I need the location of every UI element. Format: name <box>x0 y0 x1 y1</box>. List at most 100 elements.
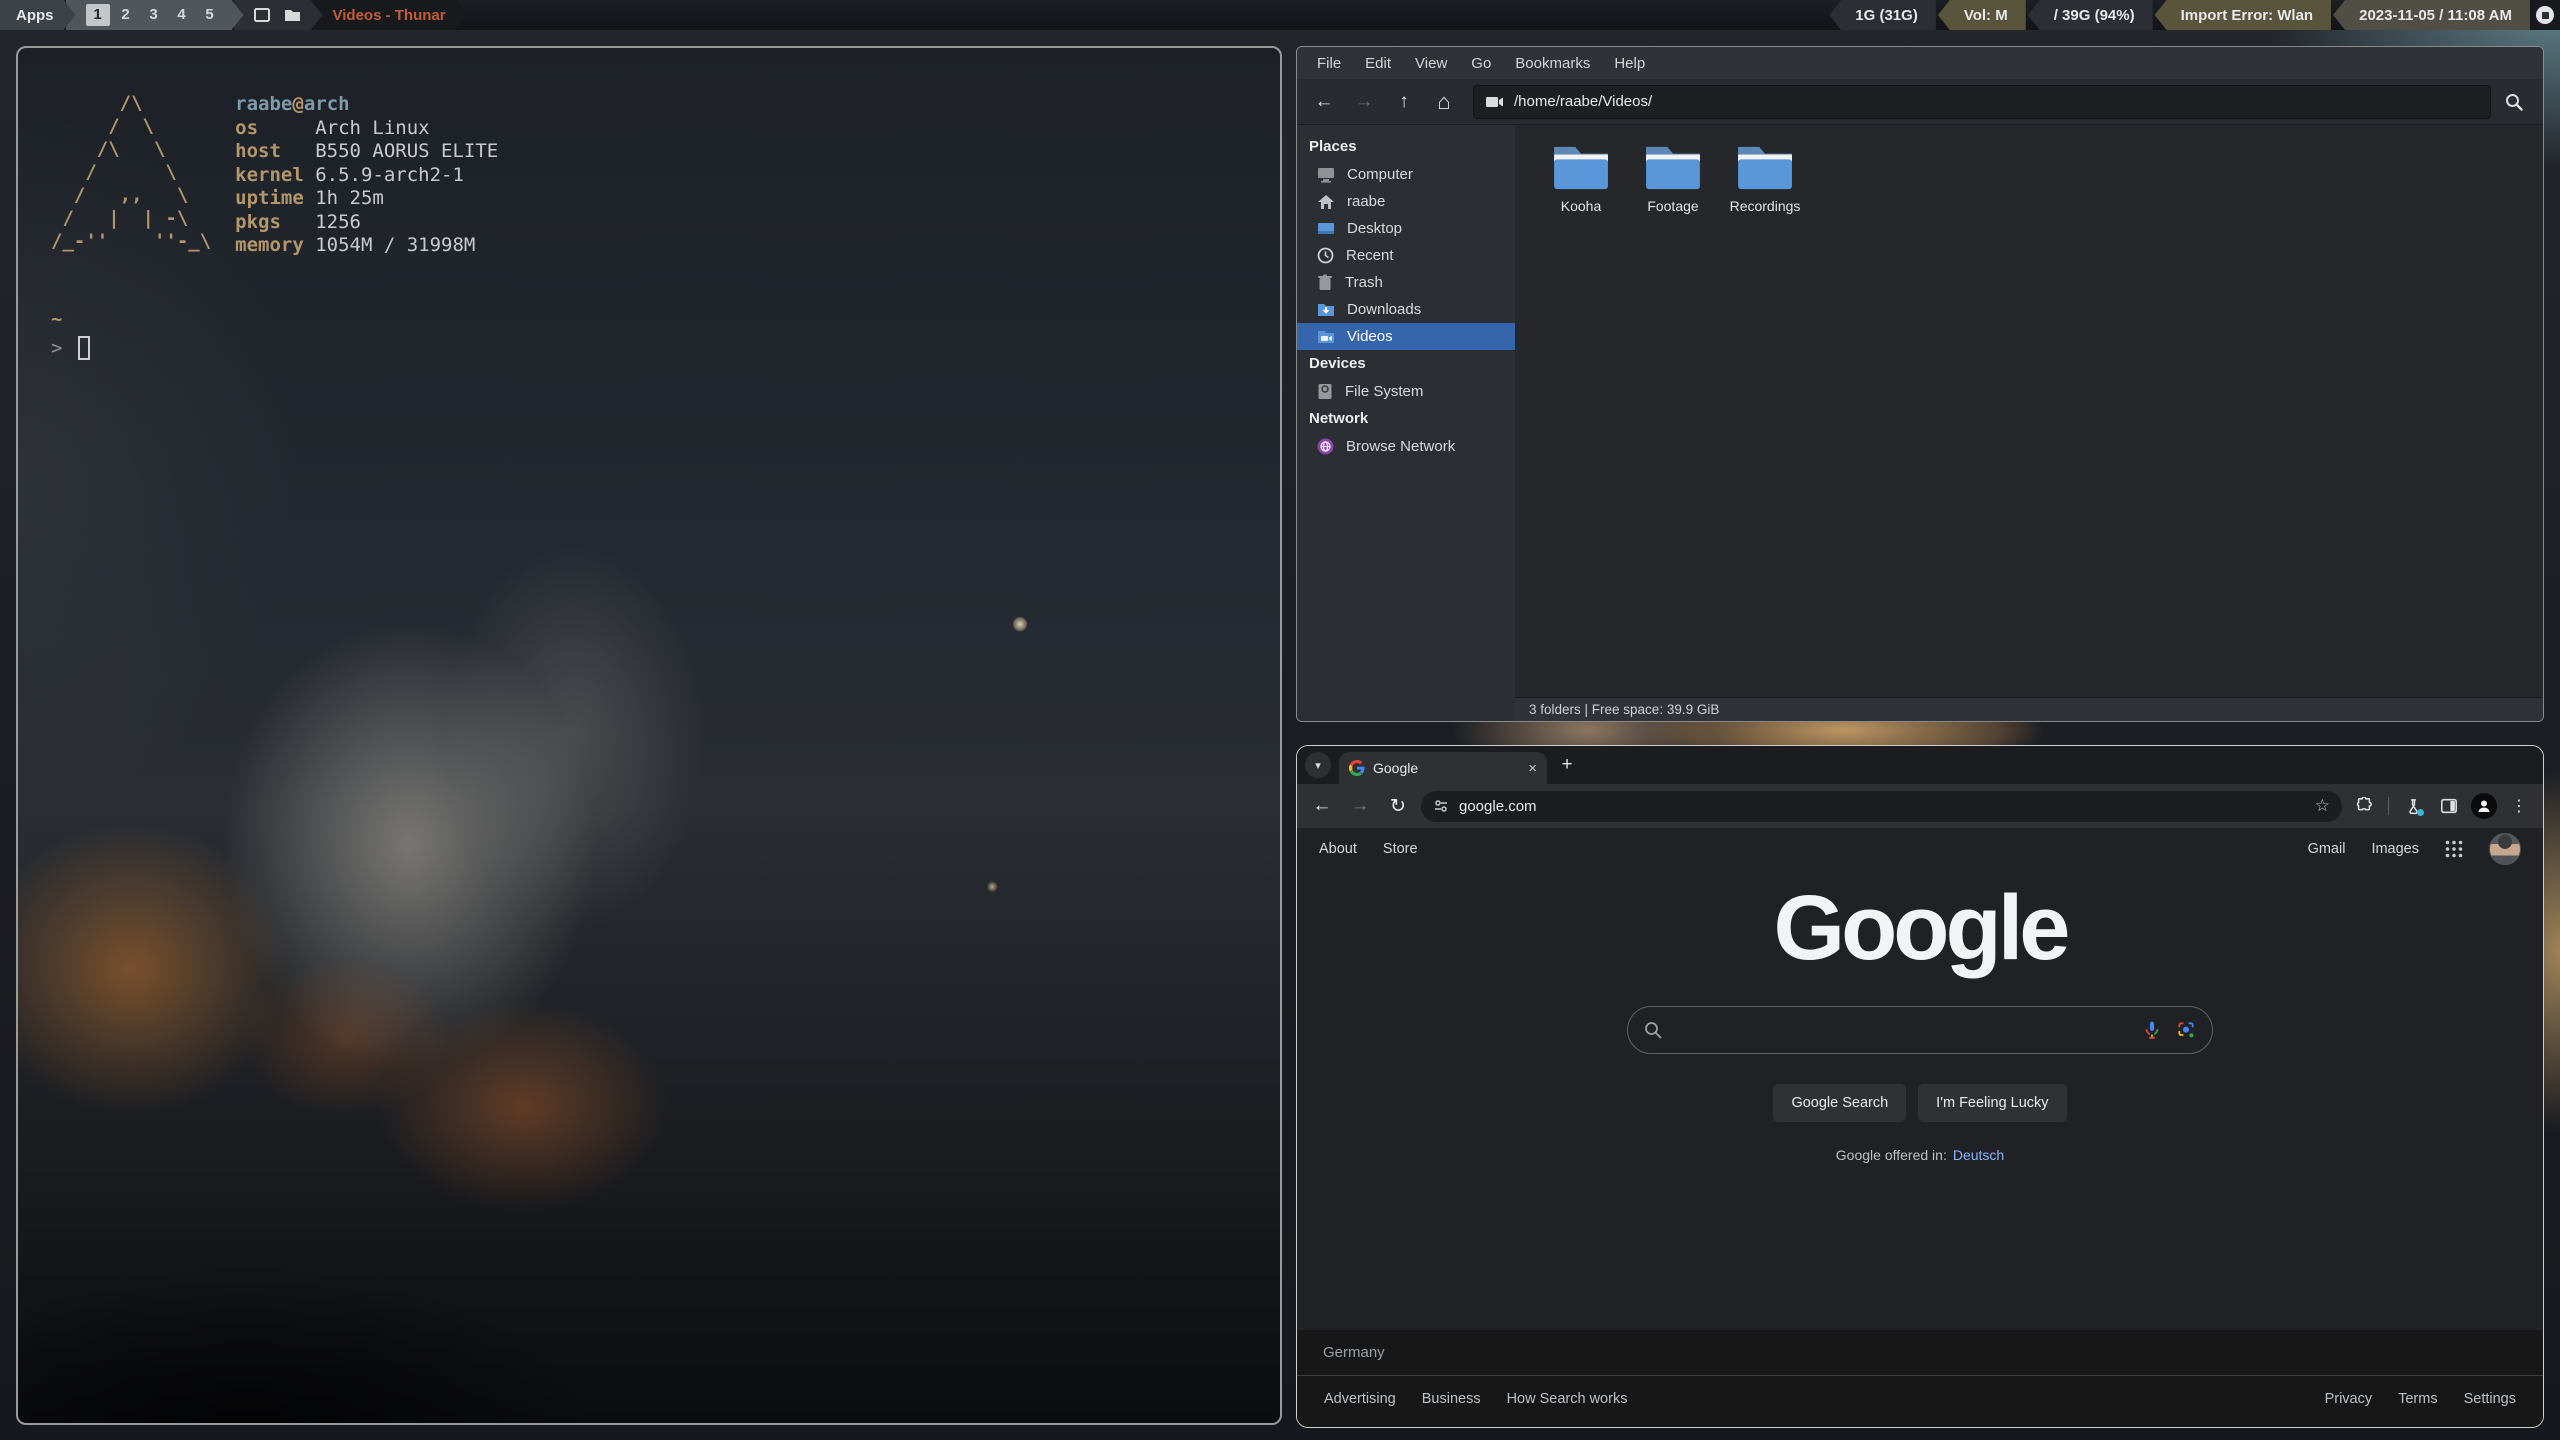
feeling-lucky-button[interactable]: I'm Feeling Lucky <box>1918 1084 2067 1122</box>
new-tab-button[interactable]: + <box>1553 751 1581 779</box>
path-bar[interactable]: /home/raabe/Videos/ <box>1473 84 2491 119</box>
workspace-2[interactable]: 2 <box>114 4 138 26</box>
up-button[interactable]: ↑ <box>1385 85 1423 119</box>
path-text: /home/raabe/Videos/ <box>1514 93 1653 110</box>
google-favicon <box>1349 760 1365 776</box>
workspace-switcher: 1 2 3 4 5 <box>66 0 244 30</box>
apps-menu-button[interactable]: Apps <box>0 0 76 30</box>
terms-link[interactable]: Terms <box>2385 1391 2450 1407</box>
tab-search-button[interactable]: ▾ <box>1305 752 1331 778</box>
terminal-cursor <box>78 336 91 360</box>
sidebar-item-recent[interactable]: Recent <box>1297 242 1515 269</box>
terminal-window[interactable]: /\ / \ /\ \ / \ / ,, \ / | | -\ /_-'' ''… <box>16 46 1282 1425</box>
account-avatar[interactable] <box>2489 833 2521 865</box>
sidebar-item-desktop[interactable]: Desktop <box>1297 215 1515 242</box>
experiments-flask-icon[interactable] <box>2399 792 2427 820</box>
folder-icon <box>1734 143 1796 193</box>
search-input[interactable] <box>1676 1007 2128 1053</box>
window-icon[interactable] <box>254 8 270 22</box>
tab-title: Google <box>1373 760 1419 776</box>
forward-button[interactable]: → <box>1345 85 1383 119</box>
workspace-3[interactable]: 3 <box>142 4 166 26</box>
menu-edit[interactable]: Edit <box>1353 55 1403 72</box>
footer-country: Germany <box>1297 1330 2543 1376</box>
home-button[interactable]: ⌂ <box>1425 85 1463 119</box>
side-panel-icon[interactable] <box>2435 792 2463 820</box>
fetch-row-memory: memory 1054M / 31998M <box>235 234 476 256</box>
google-homepage: About Store Gmail Images Google Google S… <box>1297 828 2543 1427</box>
business-link[interactable]: Business <box>1409 1391 1494 1407</box>
extensions-icon[interactable] <box>2350 792 2378 820</box>
how-search-works-link[interactable]: How Search works <box>1494 1391 1641 1407</box>
tab-close-icon[interactable]: × <box>1528 760 1537 777</box>
google-apps-grid-icon[interactable] <box>2445 840 2463 858</box>
session-button[interactable] <box>2530 0 2560 30</box>
toolbar-separator <box>2388 797 2389 815</box>
sidebar-item-browse-network[interactable]: Browse Network <box>1297 433 1515 460</box>
thunar-window: File Edit View Go Bookmarks Help ← → ↑ ⌂… <box>1296 46 2544 722</box>
advertising-link[interactable]: Advertising <box>1311 1391 1409 1407</box>
browser-menu-icon[interactable]: ⋮ <box>2505 796 2533 816</box>
google-lens-icon[interactable] <box>2176 1020 2196 1040</box>
fetch-row-pkgs: pkgs 1256 <box>235 210 361 233</box>
home-icon <box>1317 194 1335 210</box>
privacy-link[interactable]: Privacy <box>2312 1391 2386 1407</box>
bookmark-star-icon[interactable]: ☆ <box>2309 796 2336 816</box>
address-bar[interactable]: google.com ☆ <box>1421 790 2342 822</box>
profile-avatar[interactable] <box>2471 793 2497 819</box>
about-link[interactable]: About <box>1319 841 1357 857</box>
search-button[interactable] <box>2493 85 2535 119</box>
menu-go[interactable]: Go <box>1459 55 1503 72</box>
thunar-sidebar: Places Computer raabe Desktop Recent Tra… <box>1297 125 1515 721</box>
places-header: Places <box>1309 138 1357 155</box>
sidebar-item-videos[interactable]: Videos <box>1297 323 1515 350</box>
google-search-button[interactable]: Google Search <box>1773 1084 1907 1122</box>
reload-button[interactable]: ↻ <box>1383 791 1413 821</box>
browser-forward-button[interactable]: → <box>1345 791 1375 821</box>
sidebar-item-filesystem[interactable]: File System <box>1297 378 1515 405</box>
thunar-toolbar: ← → ↑ ⌂ /home/raabe/Videos/ <box>1297 79 2543 125</box>
sidebar-item-home[interactable]: raabe <box>1297 188 1515 215</box>
folder-kooha[interactable]: Kooha <box>1537 139 1625 214</box>
voice-search-icon[interactable] <box>2142 1020 2162 1040</box>
menu-bookmarks[interactable]: Bookmarks <box>1503 55 1602 72</box>
folder-recordings[interactable]: Recordings <box>1721 139 1809 214</box>
back-button[interactable]: ← <box>1305 85 1343 119</box>
file-list-view[interactable]: Kooha Footage Recordings <box>1515 125 2543 697</box>
workspace-1[interactable]: 1 <box>86 4 110 26</box>
drive-icon <box>1317 383 1333 400</box>
deutsch-link[interactable]: Deutsch <box>1953 1147 2004 1163</box>
sidebar-item-computer[interactable]: Computer <box>1297 161 1515 188</box>
menu-help[interactable]: Help <box>1602 55 1657 72</box>
chrome-window: ▾ Google × + ← → ↻ google.com ☆ ⋮ About … <box>1296 745 2544 1428</box>
system-fetch: /\ / \ /\ \ / \ / ,, \ / | | -\ /_-'' ''… <box>51 92 498 258</box>
browser-back-button[interactable]: ← <box>1307 791 1337 821</box>
url-text[interactable]: google.com <box>1459 798 2299 815</box>
sidebar-item-trash[interactable]: Trash <box>1297 269 1515 296</box>
workspace-5[interactable]: 5 <box>198 4 222 26</box>
folder-footage[interactable]: Footage <box>1629 139 1717 214</box>
images-link[interactable]: Images <box>2371 841 2419 857</box>
search-box[interactable] <box>1627 1006 2213 1054</box>
active-window-title[interactable]: Videos - Thunar <box>313 0 468 30</box>
memory-indicator: 1G (31G) <box>1829 0 1936 30</box>
trash-icon <box>1317 274 1333 291</box>
workspace-4[interactable]: 4 <box>170 4 194 26</box>
terminal-prompt[interactable]: > <box>51 336 91 360</box>
flask-badge <box>2417 809 2424 816</box>
menu-view[interactable]: View <box>1403 55 1459 72</box>
fetch-row-kernel: kernel 6.5.9-arch2-1 <box>235 163 464 186</box>
folder-icon[interactable] <box>284 8 301 22</box>
thunar-menubar: File Edit View Go Bookmarks Help <box>1297 47 2543 79</box>
thunar-statusbar: 3 folders | Free space: 39.9 GiB <box>1515 697 2543 721</box>
site-info-icon[interactable] <box>1433 798 1449 814</box>
menu-file[interactable]: File <box>1305 55 1353 72</box>
settings-link[interactable]: Settings <box>2451 1391 2529 1407</box>
sidebar-item-downloads[interactable]: Downloads <box>1297 296 1515 323</box>
arch-ascii-logo: /\ / \ /\ \ / \ / ,, \ / | | -\ /_-'' ''… <box>51 92 212 252</box>
store-link[interactable]: Store <box>1383 841 1418 857</box>
google-footer: Germany Advertising Business How Search … <box>1297 1330 2543 1427</box>
tab-google[interactable]: Google × <box>1339 752 1547 784</box>
google-logo: Google <box>1773 877 2071 979</box>
gmail-link[interactable]: Gmail <box>2308 841 2346 857</box>
